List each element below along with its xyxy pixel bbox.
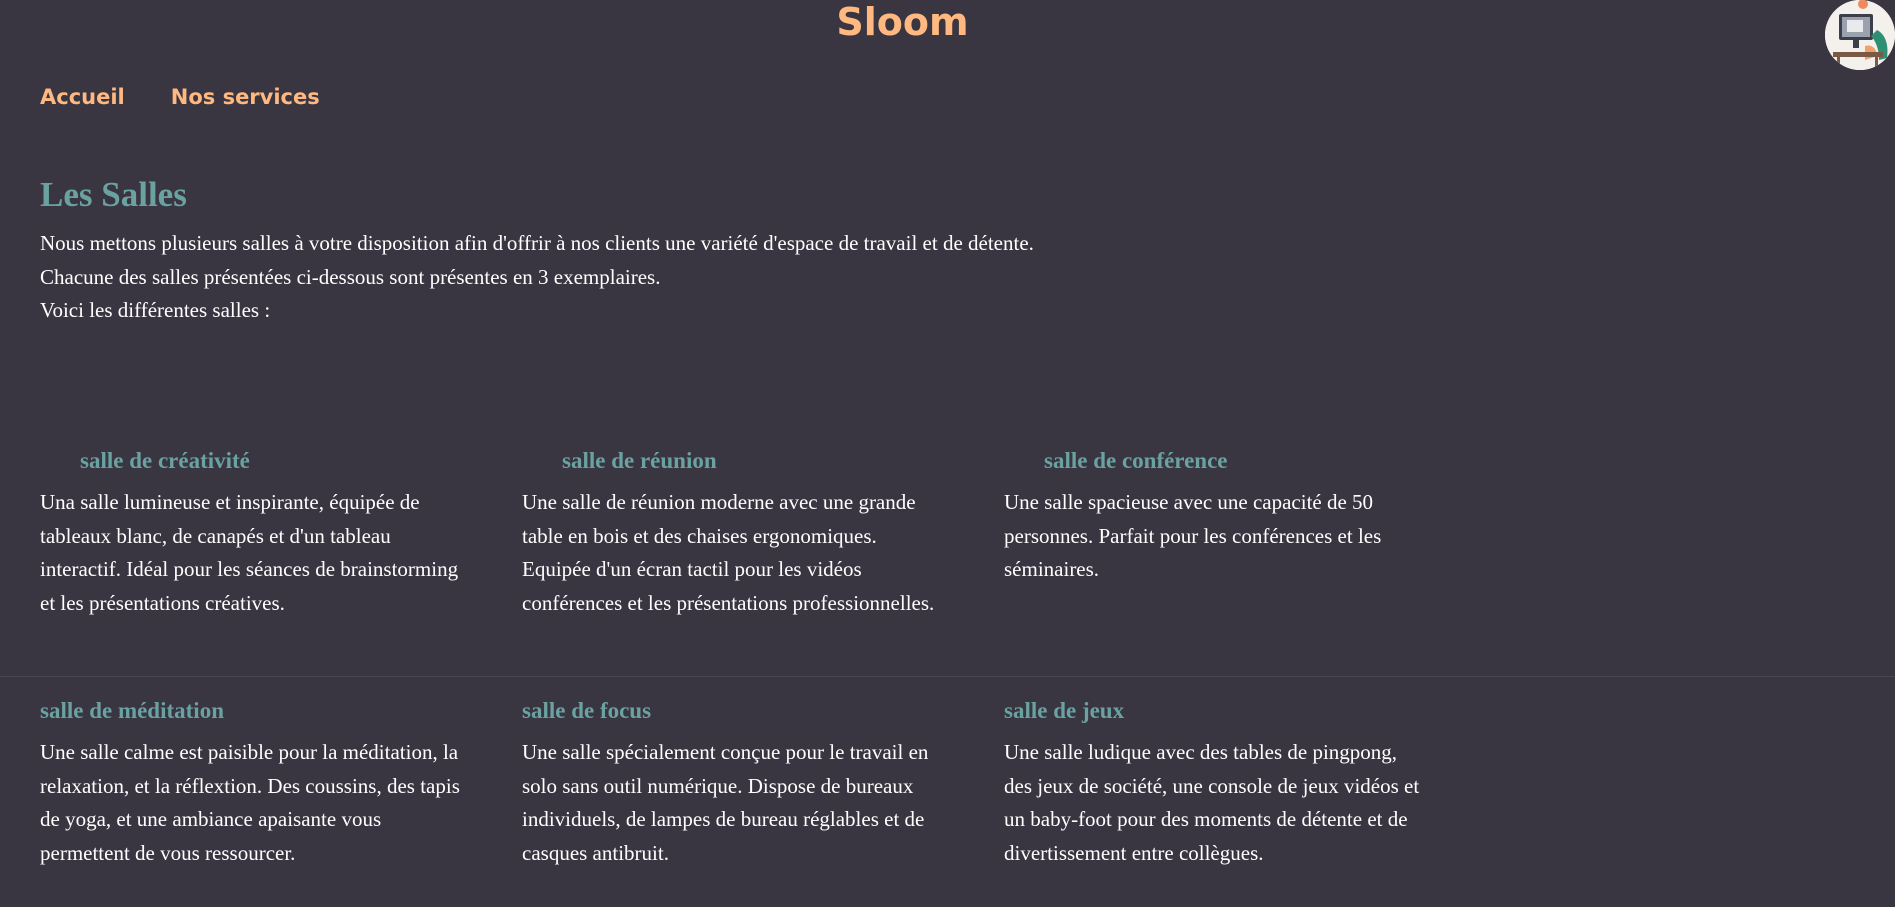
main-nav: Accueil Nos services (40, 82, 320, 112)
nav-link-accueil[interactable]: Accueil (40, 82, 125, 112)
intro-line: Voici les différentes salles : (40, 298, 271, 322)
room-description: Une salle spacieuse avec une capacité de… (1004, 490, 1382, 581)
room-title: salle de focus (522, 698, 652, 723)
room-card-reunion: salle de réunion Une salle de réunion mo… (522, 446, 942, 620)
user-avatar[interactable] (1825, 0, 1895, 70)
room-description: Une salle de réunion moderne avec une gr… (522, 490, 935, 615)
intro-line: Nous mettons plusieurs salles à votre di… (40, 231, 1034, 255)
room-title: salle de jeux (1004, 698, 1125, 723)
site-title: Sloom (836, 0, 969, 44)
room-description: Une salle calme est paisible pour la méd… (40, 740, 460, 865)
room-description: Una salle lumineuse et inspirante, équip… (40, 490, 459, 615)
room-title: salle de réunion (562, 448, 717, 473)
room-title: salle de conférence (1044, 448, 1228, 473)
room-card-jeux: salle de jeux Une salle ludique avec des… (1004, 696, 1424, 870)
room-card-focus: salle de focus Une salle spécialement co… (522, 696, 942, 870)
user-avatar-illustration-icon (1825, 0, 1895, 70)
nav-link-nos-services[interactable]: Nos services (171, 82, 320, 112)
room-card-conference: salle de conférence Une salle spacieuse … (1004, 446, 1424, 587)
row-divider (0, 676, 1895, 677)
room-card-meditation: salle de méditation Une salle calme est … (40, 696, 460, 870)
page-title: Les Salles (40, 175, 187, 214)
room-description: Une salle ludique avec des tables de pin… (1004, 740, 1420, 865)
room-card-creativite: salle de créativité Una salle lumineuse … (40, 446, 460, 620)
room-title: salle de méditation (40, 698, 224, 723)
room-title: salle de créativité (80, 448, 250, 473)
room-description: Une salle spécialement conçue pour le tr… (522, 740, 929, 865)
intro-line: Chacune des salles présentées ci-dessous… (40, 264, 661, 289)
intro-text: Nous mettons plusieurs salles à votre di… (40, 227, 1034, 328)
